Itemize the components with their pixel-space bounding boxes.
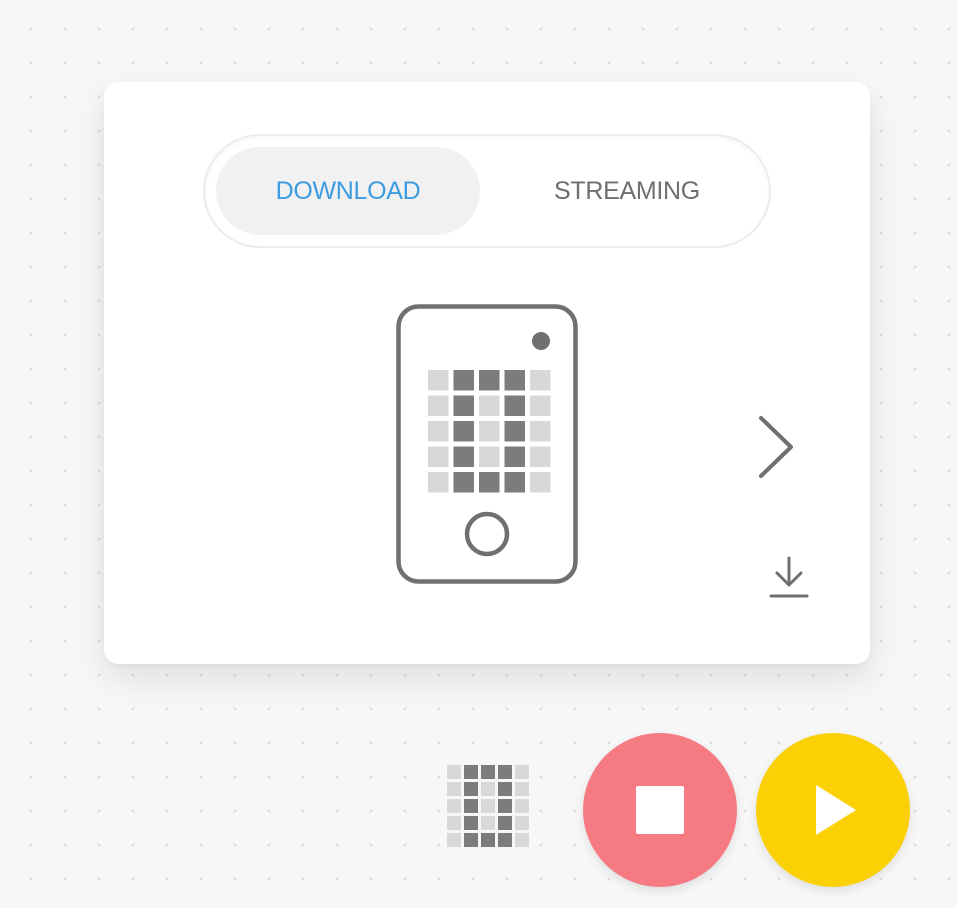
led-on — [498, 765, 512, 779]
tab-download[interactable]: DOWNLOAD — [216, 147, 480, 235]
led-on — [464, 833, 478, 847]
led-on — [504, 370, 525, 391]
play-icon — [816, 785, 856, 835]
led-off — [530, 446, 551, 467]
led-on — [504, 395, 525, 416]
led-off — [515, 816, 529, 830]
led-off — [515, 799, 529, 813]
led-on — [479, 370, 500, 391]
led-off — [479, 395, 500, 416]
led-off — [447, 799, 461, 813]
stop-icon — [636, 786, 684, 834]
led-off — [447, 765, 461, 779]
led-off — [447, 816, 461, 830]
stop-button[interactable] — [583, 733, 737, 887]
led-on — [498, 782, 512, 796]
led-on — [498, 816, 512, 830]
led-on — [504, 472, 525, 493]
led-off — [447, 782, 461, 796]
download-icon[interactable] — [764, 552, 814, 602]
phone-led-matrix-icon — [396, 304, 578, 584]
led-off — [479, 421, 500, 442]
led-off — [515, 833, 529, 847]
led-on — [479, 472, 500, 493]
led-on — [464, 782, 478, 796]
led-on — [453, 446, 474, 467]
led-on — [464, 765, 478, 779]
led-off — [515, 765, 529, 779]
led-off — [530, 370, 551, 391]
led-off — [428, 370, 449, 391]
led-off — [428, 472, 449, 493]
play-button[interactable] — [756, 733, 910, 887]
led-off — [428, 395, 449, 416]
led-off — [428, 446, 449, 467]
tab-download-label: DOWNLOAD — [275, 176, 421, 205]
led-on — [453, 395, 474, 416]
led-off — [530, 395, 551, 416]
led-on — [453, 472, 474, 493]
led-matrix-icon — [447, 765, 529, 847]
led-on — [464, 816, 478, 830]
tab-streaming-label: STREAMING — [554, 176, 700, 205]
led-off — [481, 799, 495, 813]
tab-streaming[interactable]: STREAMING — [493, 147, 761, 235]
led-off — [481, 816, 495, 830]
led-on — [498, 799, 512, 813]
led-off — [479, 446, 500, 467]
led-off — [530, 421, 551, 442]
led-off — [515, 782, 529, 796]
transfer-mode-toggle: DOWNLOAD STREAMING — [203, 134, 771, 248]
led-on — [481, 833, 495, 847]
transfer-card: DOWNLOAD STREAMING — [104, 82, 870, 664]
led-matrix — [428, 370, 551, 493]
led-on — [504, 446, 525, 467]
chevron-right-icon[interactable] — [752, 412, 800, 482]
led-on — [481, 765, 495, 779]
led-on — [504, 421, 525, 442]
led-on — [498, 833, 512, 847]
led-off — [481, 782, 495, 796]
led-on — [453, 370, 474, 391]
led-on — [453, 421, 474, 442]
led-off — [428, 421, 449, 442]
led-off — [530, 472, 551, 493]
led-matrix-preview — [447, 765, 529, 847]
led-off — [447, 833, 461, 847]
led-on — [464, 799, 478, 813]
